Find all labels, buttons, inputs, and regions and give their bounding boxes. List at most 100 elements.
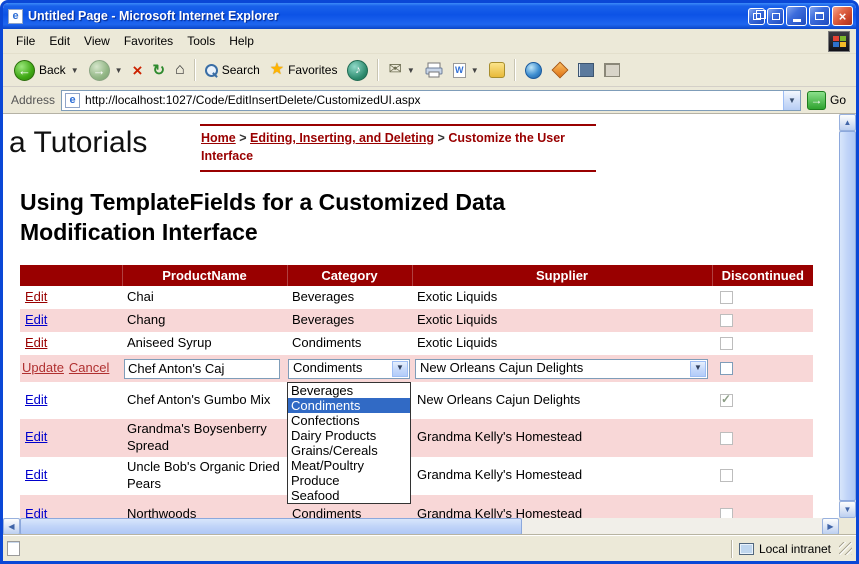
category-option[interactable]: Produce [288, 473, 410, 488]
addon-button-1[interactable] [520, 60, 547, 81]
grid-header-row: ProductName Category Supplier Discontinu… [20, 265, 813, 286]
chevron-down-icon[interactable]: ▼ [690, 361, 706, 377]
breadcrumb-separator: > [438, 131, 445, 145]
discuss-button[interactable] [484, 60, 510, 80]
menu-view[interactable]: View [77, 31, 117, 51]
header-edit [20, 265, 122, 286]
category-option[interactable]: Beverages [288, 383, 410, 398]
addon-button-2[interactable] [547, 60, 573, 80]
header-product: ProductName [122, 265, 287, 286]
minimize-icon [793, 19, 801, 22]
titlebar[interactable]: e Untitled Page - Microsoft Internet Exp… [3, 3, 856, 29]
favorites-button[interactable]: ★ Favorites [265, 60, 343, 80]
favorites-star-icon: ★ [270, 62, 284, 78]
vertical-scrollbar[interactable]: ▲ ▼ [839, 114, 856, 518]
category-dropdown-list: Beverages Condiments Confections Dairy P… [287, 382, 411, 504]
status-bar: Local intranet [3, 535, 856, 561]
edit-link[interactable]: Edit [25, 506, 47, 518]
scroll-down-button[interactable]: ▼ [839, 501, 856, 518]
edit-with-word-icon: W [453, 63, 466, 78]
address-url[interactable]: http://localhost:1027/Code/EditInsertDel… [85, 93, 783, 107]
header-category: Category [287, 265, 412, 286]
update-link[interactable]: Update [22, 360, 64, 375]
chevron-down-icon[interactable]: ▼ [392, 361, 408, 377]
search-button[interactable]: Search [200, 61, 265, 79]
discontinued-checkbox [720, 432, 733, 445]
refresh-button[interactable]: ↻ [147, 61, 170, 80]
supplier-cell: Exotic Liquids [412, 286, 712, 309]
vertical-scrollbar-thumb[interactable] [839, 131, 856, 501]
cancel-link[interactable]: Cancel [69, 360, 109, 375]
minimize-button[interactable] [786, 6, 807, 26]
titlebar-extra-button-2[interactable] [767, 8, 784, 25]
document-icon [7, 541, 20, 556]
category-select[interactable]: Condiments ▼ [288, 359, 410, 379]
close-button[interactable]: × [832, 6, 853, 26]
menu-file[interactable]: File [9, 31, 42, 51]
address-field[interactable]: e http://localhost:1027/Code/EditInsertD… [61, 90, 801, 111]
category-option[interactable]: Meat/Poultry [288, 458, 410, 473]
edit-with-word-button[interactable]: W ▼ [448, 61, 484, 80]
discontinued-checkbox [720, 337, 733, 350]
print-icon [425, 62, 443, 78]
stop-button[interactable]: × [128, 60, 148, 81]
menu-favorites[interactable]: Favorites [117, 31, 180, 51]
edit-link[interactable]: Edit [25, 289, 47, 304]
refresh-icon: ↻ [152, 63, 165, 78]
breadcrumb-section-link[interactable]: Editing, Inserting, and Deleting [250, 131, 434, 145]
print-button[interactable] [420, 60, 448, 80]
mail-button[interactable]: ✉ ▼ [383, 60, 419, 80]
product-name-input[interactable] [124, 359, 280, 379]
scroll-left-button[interactable]: ◀ [3, 518, 20, 535]
edit-mode-row: UpdateCancel Condiments ▼ New Orleans Ca [20, 355, 813, 382]
addon-button-3[interactable] [573, 61, 599, 79]
discuss-icon [489, 62, 505, 78]
category-option[interactable]: Confections [288, 413, 410, 428]
back-button[interactable]: ← Back ▼ [9, 58, 84, 83]
local-intranet-icon [739, 543, 754, 555]
toolbar: ← Back ▼ → ▼ × ↻ ⌂ Search ★ Favorites ♪ … [3, 54, 856, 87]
status-divider [731, 540, 733, 558]
search-label: Search [222, 63, 260, 77]
toolbar-separator [194, 59, 196, 81]
category-option[interactable]: Grains/Cereals [288, 443, 410, 458]
discontinued-checkbox-editable[interactable] [720, 362, 733, 375]
menu-help[interactable]: Help [222, 31, 261, 51]
globe-icon [525, 62, 542, 79]
edit-link[interactable]: Edit [25, 392, 47, 407]
titlebar-extra-button-1[interactable] [748, 8, 765, 25]
discontinued-checkbox [720, 469, 733, 482]
scroll-up-button[interactable]: ▲ [839, 114, 856, 131]
maximize-button[interactable] [809, 6, 830, 26]
horizontal-scrollbar[interactable]: ◀ ▶ [3, 518, 839, 535]
home-button[interactable]: ⌂ [170, 60, 190, 80]
menu-edit[interactable]: Edit [42, 31, 77, 51]
product-cell: Chai [122, 286, 287, 309]
forward-button[interactable]: → ▼ [84, 58, 128, 83]
grid-icon [604, 63, 620, 77]
breadcrumb: Home > Editing, Inserting, and Deleting … [200, 124, 596, 172]
resize-grip[interactable] [839, 542, 852, 555]
horizontal-scrollbar-thumb[interactable] [20, 518, 522, 535]
table-row: Edit Chef Anton's Gumbo Mix New Orleans … [20, 382, 813, 419]
address-dropdown-button[interactable]: ▼ [783, 91, 800, 110]
edit-link[interactable]: Edit [25, 467, 47, 482]
category-option[interactable]: Seafood [288, 488, 410, 503]
scroll-right-button[interactable]: ▶ [822, 518, 839, 535]
edit-link[interactable]: Edit [25, 312, 47, 327]
supplier-cell: Exotic Liquids [412, 309, 712, 332]
edit-link[interactable]: Edit [25, 335, 47, 350]
table-row: Edit Northwoods Condiments Grandma Kelly… [20, 495, 813, 518]
addon-button-4[interactable] [599, 61, 625, 79]
supplier-cell: Grandma Kelly's Homestead [412, 457, 712, 495]
supplier-select[interactable]: New Orleans Cajun Delights ▼ [415, 359, 708, 379]
breadcrumb-home-link[interactable]: Home [201, 131, 236, 145]
category-option[interactable]: Dairy Products [288, 428, 410, 443]
menu-tools[interactable]: Tools [180, 31, 222, 51]
go-button[interactable]: → Go [801, 91, 852, 110]
address-bar: Address e http://localhost:1027/Code/Edi… [3, 87, 856, 114]
category-option-selected[interactable]: Condiments [288, 398, 410, 413]
edit-link[interactable]: Edit [25, 429, 47, 444]
page-content: a Tutorials Home > Editing, Inserting, a… [3, 114, 839, 518]
media-button[interactable]: ♪ [342, 58, 373, 83]
